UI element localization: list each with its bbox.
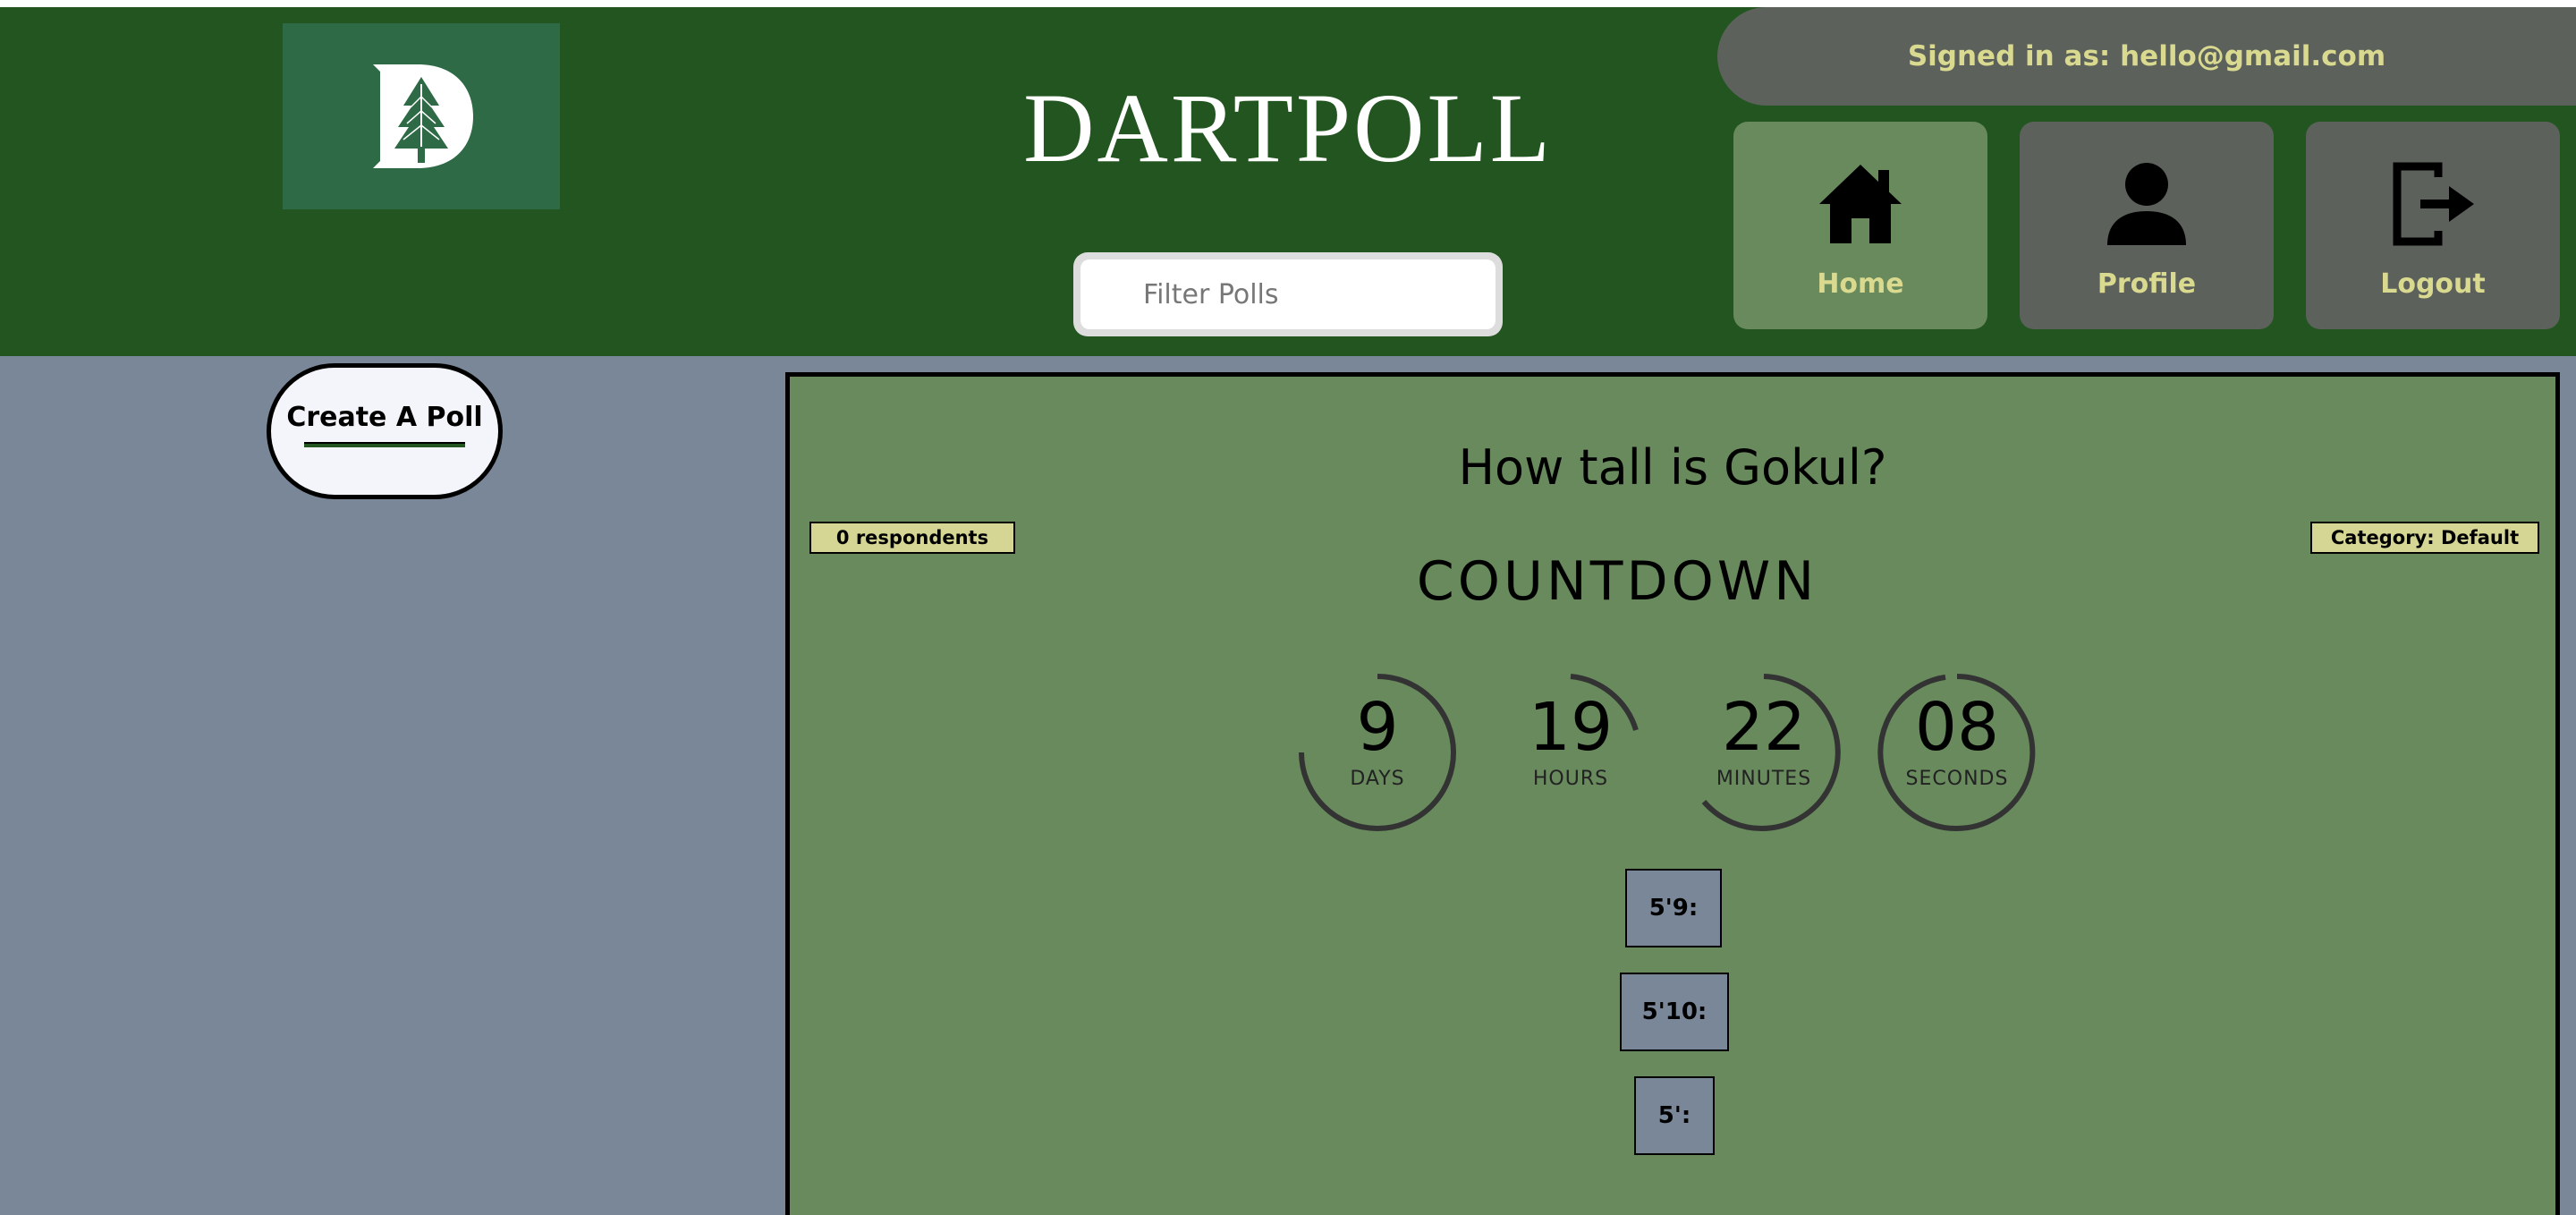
home-button[interactable]: Home [1733,122,1987,329]
seconds-timer: 08 SECONDS [1872,667,2042,837]
profile-label: Profile [2097,268,2197,300]
minutes-timer: 22 MINUTES [1679,667,1849,837]
category-badge: Category: Default [2310,522,2539,554]
home-icon [1819,165,1902,243]
home-label: Home [1817,268,1904,300]
seconds-unit: SECONDS [1905,768,2009,790]
poll-option[interactable]: 5'10: [1620,973,1729,1051]
logout-icon [2393,162,2474,246]
signed-in-indicator: Signed in as: hello@gmail.com [1717,7,2576,106]
seconds-value: 08 [1914,689,2000,766]
dartmouth-logo[interactable] [283,23,560,209]
pine-tree-logo-icon [373,64,473,168]
create-poll-button[interactable]: Create A Poll [267,363,503,499]
hours-timer: 19 HOURS [1486,667,1656,837]
search-container [1073,252,1503,336]
filter-polls-input[interactable] [1080,259,1496,329]
user-icon [2107,163,2186,245]
days-unit: DAYS [1350,768,1405,790]
hours-value: 19 [1528,689,1614,766]
poll-card: How tall is Gokul? 0 respondents Categor… [785,372,2560,1215]
top-border [0,0,2576,7]
hours-unit: HOURS [1532,768,1609,790]
minutes-unit: MINUTES [1716,768,1812,790]
create-poll-label: Create A Poll [286,402,483,433]
countdown-title: COUNTDOWN [1416,550,1818,613]
days-value: 9 [1356,689,1399,766]
profile-button[interactable]: Profile [2020,122,2274,329]
logout-button[interactable]: Logout [2306,122,2560,329]
minutes-value: 22 [1721,689,1807,766]
poll-question: How tall is Gokul? [1458,439,1887,496]
app-title: DARTPOLL [1023,73,1553,183]
poll-option[interactable]: 5': [1634,1076,1715,1155]
logout-label: Logout [2380,268,2486,300]
poll-option[interactable]: 5'9: [1625,869,1722,947]
create-poll-underline [304,442,465,447]
days-timer: 9 DAYS [1292,667,1462,837]
respondents-badge: 0 respondents [809,522,1015,554]
